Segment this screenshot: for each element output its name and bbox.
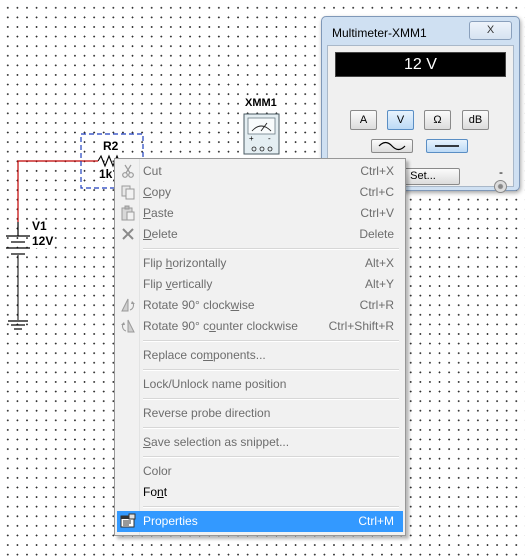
- menu-item-replace-components[interactable]: Replace components...: [117, 345, 403, 366]
- context-menu: Cut Ctrl+X Copy Ctrl+C Paste Ctrl+V Dele…: [114, 158, 406, 536]
- source-value-label[interactable]: 12V: [31, 235, 55, 248]
- menu-item-label: Delete: [143, 227, 178, 241]
- menu-item-shortcut: Alt+X: [364, 256, 394, 270]
- menu-item-label: Reverse probe direction: [143, 406, 271, 420]
- menu-item-copy[interactable]: Copy Ctrl+C: [117, 182, 403, 203]
- menu-item-shortcut: Ctrl+C: [359, 185, 394, 199]
- delete-icon: [122, 228, 134, 240]
- menu-item-paste[interactable]: Paste Ctrl+V: [117, 203, 403, 224]
- menu-item-shortcut: Ctrl+V: [360, 206, 394, 220]
- rotate-cw-icon: [121, 298, 135, 312]
- multimeter-symbol[interactable]: + -: [243, 113, 280, 155]
- menu-item-label: Cut: [143, 164, 162, 178]
- svg-text:+: +: [249, 134, 254, 143]
- menu-item-label: Save selection as snippet...: [143, 435, 290, 449]
- menu-separator: [143, 248, 399, 250]
- close-icon: X: [486, 24, 495, 36]
- terminal-grip-icon: [494, 180, 507, 193]
- menu-separator: [143, 506, 399, 508]
- scissors-icon: [122, 164, 134, 178]
- menu-item-cut[interactable]: Cut Ctrl+X: [117, 161, 403, 182]
- menu-item-font[interactable]: Font: [117, 482, 403, 503]
- rotate-ccw-icon: [121, 319, 135, 333]
- menu-item-shortcut: Ctrl+M: [358, 514, 394, 528]
- mode-decibel-button[interactable]: dB: [462, 110, 489, 130]
- multimeter-reading-display: 12 V: [335, 52, 506, 77]
- menu-item-label: Properties: [143, 514, 198, 528]
- menu-item-shortcut: Ctrl+R: [359, 298, 394, 312]
- menu-item-label: Paste: [143, 206, 174, 220]
- menu-item-flip-vertically[interactable]: Flip vertically Alt+Y: [117, 274, 403, 295]
- ground-symbol[interactable]: [8, 320, 28, 330]
- svg-text:-: -: [268, 134, 271, 143]
- ac-mode-button[interactable]: [371, 139, 413, 153]
- close-button[interactable]: X: [469, 21, 512, 40]
- menu-item-shortcut: Delete: [359, 227, 394, 241]
- meter-ref-label[interactable]: XMM1: [244, 97, 278, 110]
- menu-separator: [143, 369, 399, 371]
- menu-item-reverse-probe-direction[interactable]: Reverse probe direction: [117, 403, 403, 424]
- menu-separator: [143, 340, 399, 342]
- menu-item-label: Flip horizontally: [143, 256, 227, 270]
- mode-voltmeter-button[interactable]: V: [387, 110, 414, 130]
- menu-item-rotate-counter-clockwise[interactable]: Rotate 90° counter clockwise Ctrl+Shift+…: [117, 316, 403, 337]
- menu-item-properties[interactable]: Properties Ctrl+M: [117, 511, 403, 532]
- ac-wave-icon: [378, 141, 406, 151]
- mode-ammeter-button[interactable]: A: [350, 110, 377, 130]
- negative-terminal-label: -: [499, 165, 503, 179]
- menu-item-label: Rotate 90° counter clockwise: [143, 319, 298, 333]
- menu-item-flip-horizontally[interactable]: Flip horizontally Alt+X: [117, 253, 403, 274]
- paste-icon: [121, 205, 135, 221]
- menu-item-label: Font: [143, 485, 168, 499]
- copy-icon: [121, 185, 135, 200]
- resistor-value-label[interactable]: 1k: [98, 168, 114, 181]
- menu-separator: [143, 427, 399, 429]
- menu-separator: [143, 456, 399, 458]
- dc-line-icon: [435, 145, 459, 147]
- menu-item-save-selection-as-snippet[interactable]: Save selection as snippet...: [117, 432, 403, 453]
- menu-item-label: Replace components...: [143, 348, 266, 362]
- menu-item-shortcut: Ctrl+X: [360, 164, 394, 178]
- menu-separator: [143, 398, 399, 400]
- menu-item-color[interactable]: Color: [117, 461, 403, 482]
- mode-ohmmeter-button[interactable]: Ω: [424, 110, 451, 130]
- source-ref-label[interactable]: V1: [31, 220, 48, 233]
- menu-item-label: Flip vertically: [143, 277, 213, 291]
- menu-item-shortcut: Alt+Y: [364, 277, 394, 291]
- menu-item-label: Copy: [143, 185, 172, 199]
- battery-symbol[interactable]: [6, 222, 30, 255]
- menu-item-label: Lock/Unlock name position: [143, 377, 287, 391]
- properties-icon: [120, 513, 136, 528]
- dc-mode-button[interactable]: [426, 139, 468, 153]
- multimeter-window-title: Multimeter-XMM1: [332, 26, 427, 40]
- resistor-ref-label[interactable]: R2: [102, 140, 120, 153]
- menu-item-delete[interactable]: Delete Delete: [117, 224, 403, 245]
- menu-item-shortcut: Ctrl+Shift+R: [328, 319, 394, 333]
- menu-item-label: Color: [143, 464, 172, 478]
- menu-item-label: Rotate 90° clockwise: [143, 298, 255, 312]
- menu-item-rotate-clockwise[interactable]: Rotate 90° clockwise Ctrl+R: [117, 295, 403, 316]
- menu-item-lock-unlock-name-position[interactable]: Lock/Unlock name position: [117, 374, 403, 395]
